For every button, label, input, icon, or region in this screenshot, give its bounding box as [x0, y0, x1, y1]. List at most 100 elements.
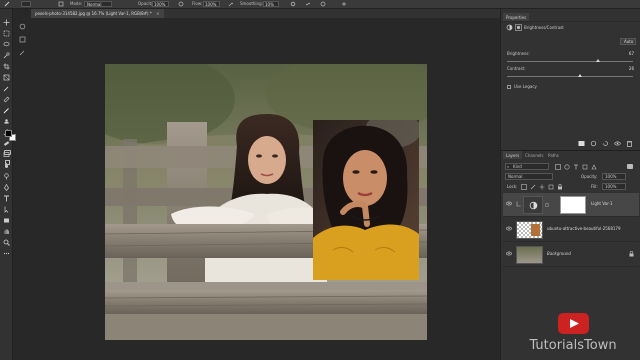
lock-artboard-icon[interactable] — [548, 184, 554, 190]
symmetry-icon[interactable] — [341, 1, 347, 7]
tab-layers[interactable]: Layers — [503, 151, 523, 159]
pasted-portrait-layer[interactable] — [313, 120, 419, 280]
document-tab[interactable]: pexels-photo-314582.jpg @ 16.7% (Light V… — [31, 9, 164, 18]
lock-icon[interactable] — [629, 251, 634, 257]
layer-row[interactable]: ubuntu-attractive-beautiful-2568179 — [503, 218, 639, 242]
mode-select[interactable]: Normal — [84, 1, 112, 7]
contrast-slider-track[interactable] — [507, 76, 633, 77]
eye-icon[interactable] — [506, 226, 512, 231]
tools-panel — [0, 9, 13, 360]
foreground-color-swatch[interactable] — [5, 130, 12, 137]
brushes-panel-icon[interactable] — [19, 49, 26, 56]
lock-image-pixels-icon[interactable] — [530, 184, 536, 190]
gear-icon[interactable] — [290, 1, 296, 7]
layer-name[interactable]: Light Var-1 — [591, 201, 613, 206]
tab-channels[interactable]: Channels — [522, 151, 547, 159]
toggle-visibility-icon[interactable] — [614, 140, 621, 147]
lock-transparent-pixels-icon[interactable] — [521, 184, 527, 190]
swatches-panel-icon[interactable] — [19, 36, 26, 43]
lock-position-icon[interactable] — [539, 184, 545, 190]
move-tool-icon[interactable] — [3, 19, 10, 26]
screen-mode-button[interactable] — [5, 160, 10, 165]
contrast-slider-handle[interactable] — [578, 74, 583, 77]
filter-toggle-switch[interactable] — [627, 164, 633, 169]
layer-row[interactable]: Background — [503, 243, 639, 267]
dodge-tool-icon[interactable] — [3, 173, 10, 180]
link-icon[interactable] — [545, 203, 549, 207]
rectangle-tool-icon[interactable] — [3, 217, 10, 224]
auto-button[interactable]: Auto — [620, 38, 636, 45]
edit-toolbar-icon[interactable] — [3, 250, 10, 257]
quick-mask-button[interactable] — [4, 150, 11, 155]
reset-icon[interactable] — [602, 140, 609, 147]
type-tool-icon[interactable] — [3, 195, 10, 202]
hand-tool-icon[interactable] — [3, 228, 10, 235]
mask-icon[interactable] — [515, 24, 522, 31]
tab-paths[interactable]: Paths — [545, 151, 562, 159]
airbrush-icon[interactable] — [228, 1, 234, 7]
filter-adjustment-icon[interactable] — [564, 164, 570, 170]
layer-thumbnail[interactable] — [516, 221, 543, 239]
brush-settings-icon[interactable] — [58, 1, 64, 7]
view-previous-state-icon[interactable] — [590, 140, 597, 147]
smoothing-field[interactable]: 10% — [263, 1, 279, 7]
layer-name[interactable]: Background — [547, 251, 571, 256]
quick-selection-tool-icon[interactable] — [3, 52, 10, 59]
tab-properties[interactable]: Properties — [503, 13, 530, 21]
trash-icon[interactable] — [626, 140, 633, 147]
adjustment-thumbnail[interactable] — [523, 196, 543, 214]
zoom-tool-icon[interactable] — [3, 239, 10, 246]
crop-tool-icon[interactable] — [3, 63, 10, 70]
filter-pixel-icon[interactable] — [555, 164, 561, 170]
fill-value: 100% — [605, 184, 617, 189]
filter-shape-icon[interactable] — [582, 164, 588, 170]
fill-field[interactable]: 100% — [602, 183, 626, 190]
frame-tool-icon[interactable] — [3, 74, 10, 81]
contrast-value[interactable]: 26 — [609, 66, 634, 71]
pressure-size-icon[interactable] — [320, 1, 326, 7]
layer-opacity-field[interactable]: 100% — [602, 173, 626, 180]
canvas-workspace[interactable] — [31, 18, 500, 360]
layer-thumbnail[interactable] — [516, 246, 543, 264]
watermark-text: TutorialsTown — [529, 338, 617, 353]
eraser-tool-icon[interactable] — [3, 140, 10, 147]
layer-filter-kind[interactable]: ⌕ Kind — [505, 163, 549, 170]
adjustment-layer-icon — [506, 24, 513, 31]
brightness-slider-track[interactable] — [507, 61, 633, 62]
document-canvas[interactable] — [105, 64, 427, 340]
filter-type-icon[interactable] — [573, 164, 579, 170]
eye-icon[interactable] — [506, 251, 512, 256]
brightness-slider-handle[interactable] — [595, 59, 600, 62]
clip-to-layer-icon[interactable] — [578, 140, 585, 147]
brightness-value[interactable]: 67 — [609, 51, 634, 56]
layer-mask-thumbnail[interactable] — [560, 196, 586, 214]
brush-tool-icon[interactable] — [3, 107, 10, 114]
brush-angle-icon[interactable] — [305, 1, 311, 7]
brightness-contrast-icon — [529, 201, 538, 210]
lock-all-icon[interactable] — [557, 184, 563, 190]
layer-name[interactable]: ubuntu-attractive-beautiful-2568179 — [547, 226, 621, 231]
clone-stamp-tool-icon[interactable] — [3, 118, 10, 125]
history-panel-icon[interactable] — [19, 23, 26, 30]
blend-mode-select[interactable]: Normal — [505, 173, 553, 180]
eyedropper-tool-icon[interactable] — [3, 85, 10, 92]
close-icon[interactable]: × — [156, 11, 159, 16]
flow-field[interactable]: 100% — [203, 1, 220, 7]
play-button-logo-icon — [558, 313, 589, 334]
opacity-field[interactable]: 100% — [152, 1, 169, 7]
pen-tool-icon[interactable] — [3, 184, 10, 191]
collapsed-panels-gutter — [13, 9, 31, 360]
brush-preset-picker[interactable] — [21, 1, 31, 7]
eye-icon[interactable] — [506, 201, 512, 206]
lasso-tool-icon[interactable] — [3, 41, 10, 48]
filter-smart-object-icon[interactable] — [591, 164, 597, 170]
lock-label: Lock: — [507, 184, 518, 189]
healing-brush-tool-icon[interactable] — [3, 96, 10, 103]
marquee-tool-icon[interactable] — [3, 30, 10, 37]
use-legacy-checkbox[interactable] — [507, 85, 511, 89]
pressure-opacity-icon[interactable] — [178, 1, 184, 7]
brush-tool-icon[interactable] — [4, 1, 10, 7]
layer-row[interactable]: Light Var-1 — [503, 193, 639, 217]
path-selection-tool-icon[interactable] — [3, 206, 10, 213]
properties-header: Brightness/Contrast — [524, 25, 564, 30]
